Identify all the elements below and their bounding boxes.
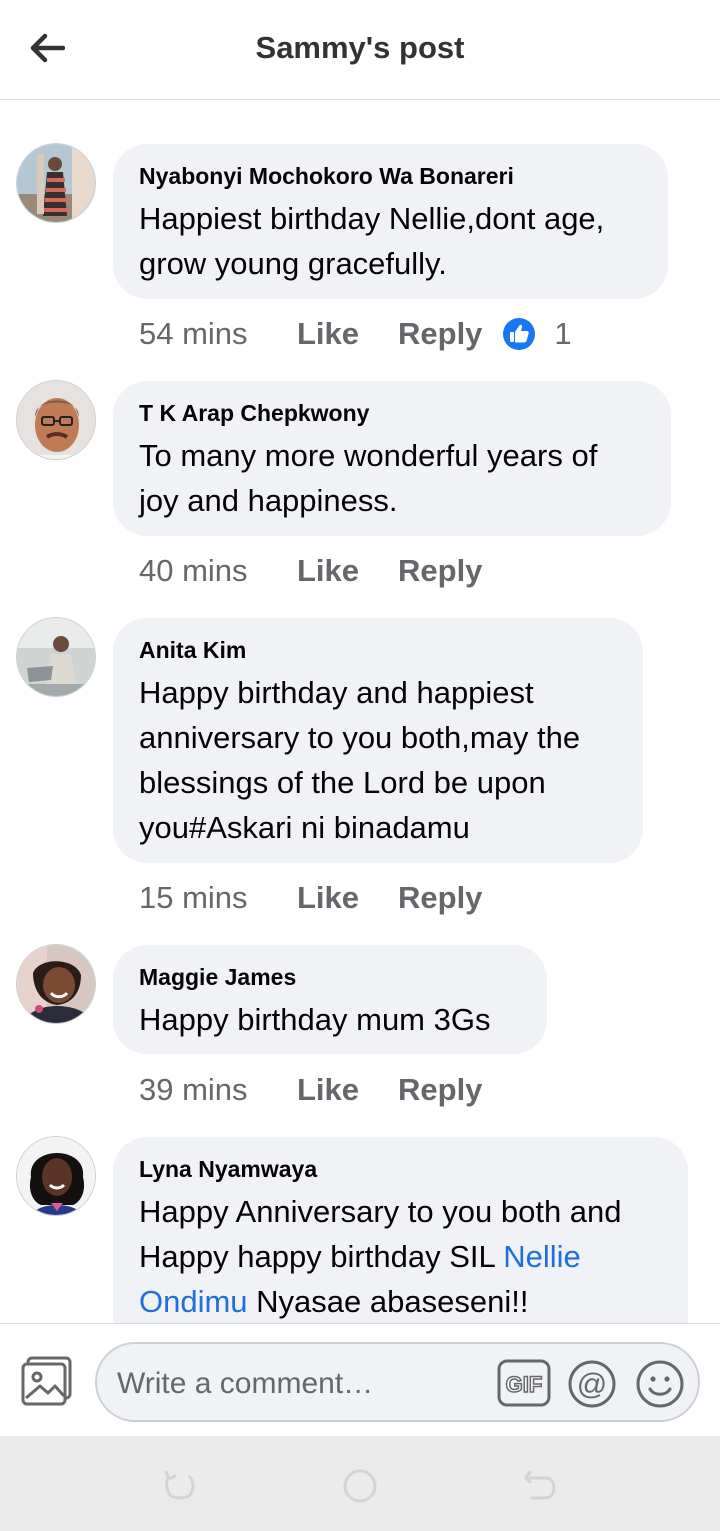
page-title: Sammy's post <box>255 30 465 65</box>
avatar[interactable] <box>16 1136 96 1216</box>
comment-author[interactable]: Nyabonyi Mochokoro Wa Bonareri <box>139 162 642 190</box>
mention-button[interactable]: @ <box>567 1359 617 1409</box>
back-nav-icon <box>524 1470 556 1500</box>
comment-text: Happy Anniversary to you both and Happy … <box>139 1194 622 1319</box>
mention-link[interactable]: Ondimu <box>139 1284 248 1319</box>
comment-bubble[interactable]: Maggie James Happy birthday mum 3Gs <box>113 945 547 1054</box>
like-button[interactable]: Like <box>297 553 398 589</box>
comments-feed[interactable]: Nyabonyi Mochokoro Wa Bonareri Happiest … <box>0 101 720 1323</box>
reply-button[interactable]: Reply <box>398 316 482 352</box>
comment-author[interactable]: T K Arap Chepkwony <box>139 399 645 427</box>
recents-button[interactable] <box>160 1466 200 1506</box>
photo-icon <box>21 1356 72 1406</box>
comment-timestamp: 39 mins <box>139 1072 248 1107</box>
system-nav-bar <box>0 1436 720 1531</box>
svg-text:@: @ <box>577 1368 607 1401</box>
comment-timestamp: 40 mins <box>139 553 248 588</box>
recents-icon <box>164 1470 195 1500</box>
comment-bubble[interactable]: Lyna Nyamwaya Happy Anniversary to you b… <box>113 1137 688 1323</box>
comment-author[interactable]: Anita Kim <box>139 636 617 664</box>
home-button[interactable] <box>340 1466 380 1506</box>
svg-text:GIF: GIF <box>506 1372 543 1397</box>
comment-text: Happiest birthday Nellie,dont age, grow … <box>139 201 605 281</box>
like-button[interactable]: Like <box>297 880 398 916</box>
comment-actions: 40 mins Like Reply <box>139 551 482 591</box>
reaction-count: 1 <box>554 316 572 351</box>
comment-timestamp: 54 mins <box>139 316 248 351</box>
at-sign-icon: @ <box>568 1360 616 1408</box>
home-icon <box>343 1469 377 1503</box>
smiley-icon <box>636 1360 684 1408</box>
emoji-button[interactable] <box>635 1359 685 1409</box>
reply-button[interactable]: Reply <box>398 880 482 916</box>
comment-text: Happy birthday mum 3Gs <box>139 1002 491 1037</box>
comment-input-box[interactable]: GIF @ <box>95 1342 700 1422</box>
app-header: Sammy's post <box>0 0 720 100</box>
avatar[interactable] <box>16 380 96 460</box>
comment-actions: 39 mins Like Reply <box>139 1070 482 1110</box>
mention-link[interactable]: Nellie <box>503 1239 581 1274</box>
comment-actions: 15 mins Like Reply <box>139 878 482 918</box>
avatar[interactable] <box>16 944 96 1024</box>
reply-button[interactable]: Reply <box>398 1072 482 1108</box>
like-button[interactable]: Like <box>297 316 398 352</box>
comment-timestamp: 15 mins <box>139 880 248 915</box>
avatar[interactable] <box>16 617 96 697</box>
gif-button[interactable]: GIF <box>497 1359 551 1407</box>
comment-author[interactable]: Lyna Nyamwaya <box>139 1155 662 1183</box>
comment-composer: GIF @ <box>0 1323 720 1436</box>
back-nav-button[interactable] <box>520 1466 560 1506</box>
thumbs-up-icon <box>503 318 536 350</box>
gif-icon: GIF <box>497 1359 551 1407</box>
comment-bubble[interactable]: T K Arap Chepkwony To many more wonderfu… <box>113 381 671 536</box>
like-button[interactable]: Like <box>297 1072 398 1108</box>
comment-actions: 54 mins Like Reply 1 <box>139 314 572 354</box>
comment-bubble[interactable]: Anita Kim Happy birthday and happiest an… <box>113 618 643 863</box>
reply-button[interactable]: Reply <box>398 553 482 589</box>
comment-bubble[interactable]: Nyabonyi Mochokoro Wa Bonareri Happiest … <box>113 144 668 299</box>
comment-text: Happy birthday and happiest anniversary … <box>139 675 581 845</box>
photo-button[interactable] <box>20 1356 74 1406</box>
comment-author[interactable]: Maggie James <box>139 963 521 991</box>
avatar[interactable] <box>16 143 96 223</box>
reaction-summary[interactable]: 1 <box>502 316 572 352</box>
comment-text: To many more wonderful years of joy and … <box>139 438 598 518</box>
comment-input[interactable] <box>117 1364 487 1404</box>
